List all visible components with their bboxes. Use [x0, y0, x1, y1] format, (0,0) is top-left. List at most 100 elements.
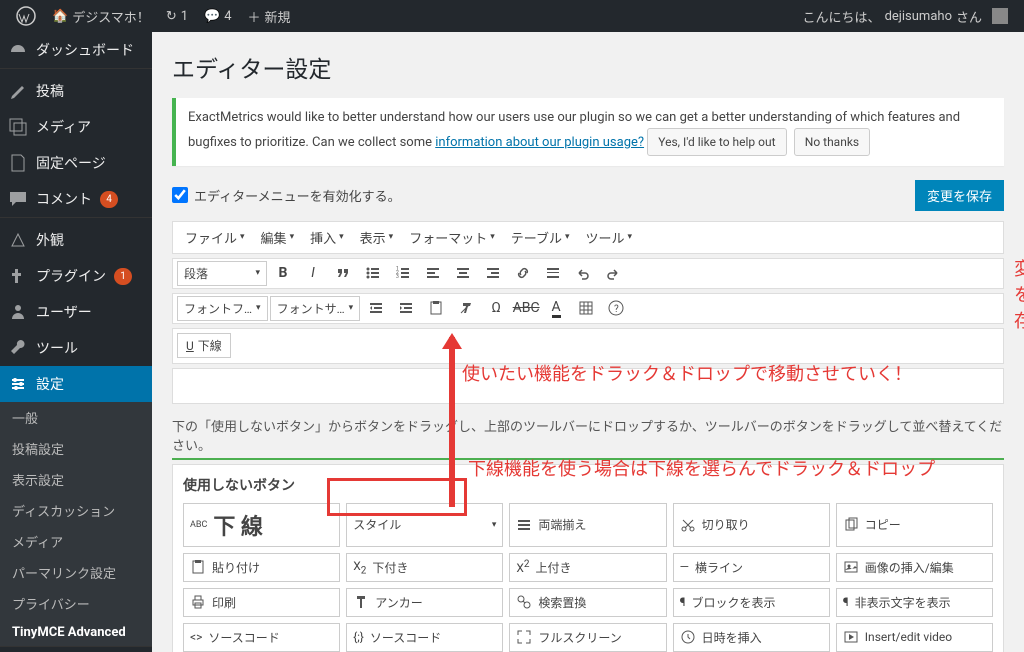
unused-cut[interactable]: 切り取り	[673, 503, 830, 547]
unused-hr[interactable]: —横ライン	[673, 553, 830, 582]
settings-submenu: 一般 投稿設定 表示設定 ディスカッション メディア パーマリンク設定 プライバ…	[0, 402, 152, 646]
bold-icon[interactable]: B	[269, 261, 297, 285]
svg-text:?: ?	[614, 304, 619, 315]
sub-media[interactable]: メディア	[0, 526, 152, 557]
notice-link[interactable]: information about our plugin usage?	[435, 135, 644, 150]
annotation-save: 変更を保存！	[1014, 255, 1024, 333]
enable-menu-label[interactable]: エディターメニューを有効化する。	[172, 186, 401, 205]
numbered-list-icon[interactable]: 123	[389, 261, 417, 285]
unused-blocks[interactable]: ¶ブロックを表示	[673, 588, 830, 617]
exactmetrics-notice: ExactMetrics would like to better unders…	[172, 98, 1004, 166]
clear-format-icon[interactable]	[452, 296, 480, 320]
unused-sourcecode2[interactable]: {;}ソースコード	[346, 623, 503, 652]
unused-superscript[interactable]: X2上付き	[509, 553, 666, 582]
unused-underline[interactable]: ABC下 線	[183, 503, 340, 547]
comments-bubble[interactable]: 💬 4	[196, 9, 240, 24]
menu-plugins[interactable]: プラグイン1	[0, 258, 152, 294]
menu-pages[interactable]: 固定ページ	[0, 145, 152, 181]
sub-writing[interactable]: 投稿設定	[0, 433, 152, 464]
bullet-list-icon[interactable]	[359, 261, 387, 285]
menu-users[interactable]: ユーザー	[0, 294, 152, 330]
format-select[interactable]: 段落▾	[177, 261, 267, 286]
notice-no-button[interactable]: No thanks	[794, 128, 870, 156]
unused-style[interactable]: スタイル▾	[346, 503, 503, 547]
text-color-icon[interactable]: A	[542, 296, 570, 320]
unused-image[interactable]: 画像の挿入/編集	[836, 553, 993, 582]
annotation-arrow	[445, 337, 459, 507]
plugins-count-badge: 1	[114, 268, 132, 285]
sub-discussion[interactable]: ディスカッション	[0, 495, 152, 526]
unused-anchor[interactable]: アンカー	[346, 588, 503, 617]
unused-subscript[interactable]: X2下付き	[346, 553, 503, 582]
content-area: エディター設定 ExactMetrics would like to bette…	[152, 32, 1024, 652]
menu-comments[interactable]: コメント4	[0, 181, 152, 217]
blockquote-icon[interactable]	[329, 261, 357, 285]
wp-logo[interactable]	[8, 6, 44, 26]
menu-view[interactable]: 表示▾	[352, 224, 402, 251]
menu-dashboard[interactable]: ダッシュボード	[0, 32, 152, 68]
table-icon[interactable]	[572, 296, 600, 320]
unused-sourcecode[interactable]: <>ソースコード	[183, 623, 340, 652]
admin-sidebar: ダッシュボード 投稿 メディア 固定ページ コメント4 外観 プラグイン1 ユー…	[0, 32, 152, 652]
new-content[interactable]: ＋ 新規	[240, 7, 299, 26]
unused-buttons-section: 使用しないボタン ABC下 線 スタイル▾ 両端揃え 切り取り コピー 貼り付け…	[172, 464, 1004, 652]
italic-icon[interactable]: I	[299, 261, 327, 285]
help-icon[interactable]: ?	[602, 296, 630, 320]
menu-tools[interactable]: ツール▾	[578, 224, 641, 251]
menu-posts[interactable]: 投稿	[0, 73, 152, 109]
menu-settings[interactable]: 設定	[0, 366, 152, 402]
howdy[interactable]: こんにちは、dejisumaho さん	[795, 7, 1016, 26]
unused-video[interactable]: Insert/edit video	[836, 623, 993, 652]
menu-file[interactable]: ファイル▾	[177, 224, 253, 251]
save-changes-button[interactable]: 変更を保存	[915, 180, 1004, 211]
align-center-icon[interactable]	[449, 261, 477, 285]
strikethrough-icon[interactable]: ABC	[512, 296, 540, 320]
unused-fullscreen[interactable]: フルスクリーン	[509, 623, 666, 652]
menu-tools[interactable]: ツール	[0, 330, 152, 366]
annotation-drag: 使いたい機能をドラック＆ドロップで移動させていく！	[462, 360, 912, 386]
unused-find[interactable]: 検索置換	[509, 588, 666, 617]
undo-icon[interactable]	[569, 261, 597, 285]
sub-tinymce[interactable]: TinyMCE Advanced	[0, 619, 152, 646]
page-title: エディター設定	[172, 50, 1004, 84]
annotation-underline: 下線機能を使う場合は下線を選らんでドラック＆ドロップ	[468, 455, 935, 481]
redo-icon[interactable]	[599, 261, 627, 285]
editor-menubar: ファイル▾ 編集▾ 挿入▾ 表示▾ フォーマット▾ テーブル▾ ツール▾	[172, 221, 1004, 254]
avatar	[992, 8, 1008, 24]
sub-privacy[interactable]: プライバシー	[0, 588, 152, 619]
svg-text:3: 3	[396, 274, 399, 280]
align-left-icon[interactable]	[419, 261, 447, 285]
menu-format[interactable]: フォーマット▾	[401, 224, 503, 251]
enable-menu-checkbox[interactable]	[172, 187, 188, 203]
indent-icon[interactable]	[392, 296, 420, 320]
unused-datetime[interactable]: 日時を挿入	[673, 623, 830, 652]
unused-justify[interactable]: 両端揃え	[509, 503, 666, 547]
unused-print[interactable]: 印刷	[183, 588, 340, 617]
toolbar-row-3[interactable]: U 下線	[172, 328, 1004, 364]
sub-permalink[interactable]: パーマリンク設定	[0, 557, 152, 588]
toolbar-underline-button[interactable]: U 下線	[177, 333, 231, 358]
sub-general[interactable]: 一般	[0, 402, 152, 433]
special-char-icon[interactable]: Ω	[482, 296, 510, 320]
link-icon[interactable]	[509, 261, 537, 285]
menu-insert[interactable]: 挿入▾	[302, 224, 352, 251]
menu-media[interactable]: メディア	[0, 109, 152, 145]
align-right-icon[interactable]	[479, 261, 507, 285]
unused-invisibles[interactable]: ¶非表示文字を表示	[836, 588, 993, 617]
menu-edit[interactable]: 編集▾	[253, 224, 303, 251]
unused-copy[interactable]: コピー	[836, 503, 993, 547]
toolbar-row-1[interactable]: 段落▾ B I 123	[172, 258, 1004, 289]
font-family-select[interactable]: フォントフ…▾	[177, 296, 268, 321]
unused-paste[interactable]: 貼り付け	[183, 553, 340, 582]
outdent-icon[interactable]	[362, 296, 390, 320]
updates[interactable]: ↻ 1	[158, 9, 196, 24]
font-size-select[interactable]: フォントサ…▾	[270, 296, 361, 321]
menu-appearance[interactable]: 外観	[0, 222, 152, 258]
notice-yes-button[interactable]: Yes, I'd like to help out	[647, 128, 786, 156]
site-name[interactable]: 🏠 デジスマホ！	[44, 7, 158, 26]
menu-table[interactable]: テーブル▾	[503, 224, 578, 251]
toolbar-row-2[interactable]: フォントフ…▾ フォントサ…▾ Ω ABC A ?	[172, 293, 1004, 324]
sub-reading[interactable]: 表示設定	[0, 464, 152, 495]
more-icon[interactable]	[539, 261, 567, 285]
paste-text-icon[interactable]	[422, 296, 450, 320]
